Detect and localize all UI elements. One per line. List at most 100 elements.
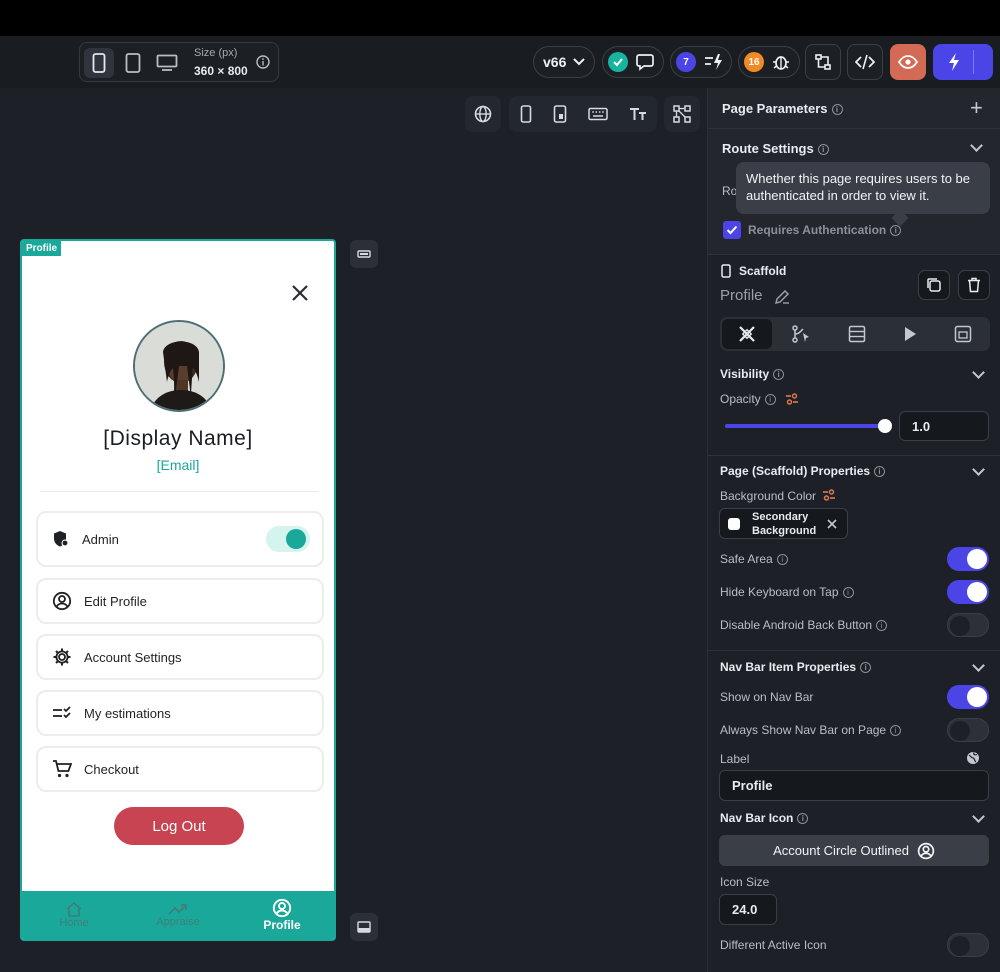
phone-preview-icon[interactable] — [520, 105, 532, 123]
info-icon[interactable]: i — [831, 104, 843, 116]
nav-item-appraise[interactable]: Appraise — [126, 891, 230, 939]
background-color-value-line1: Secondary — [752, 510, 809, 523]
navbar-toggle-button[interactable] — [350, 913, 378, 941]
opacity-text: Opacity — [720, 392, 761, 406]
info-icon[interactable]: i — [764, 394, 776, 406]
menu-item-my-estimations[interactable]: My estimations — [36, 690, 324, 736]
route-settings-header[interactable]: Route Settings i — [722, 141, 829, 156]
duplicate-button[interactable] — [918, 270, 950, 300]
version-dropdown[interactable]: v66 — [533, 46, 595, 78]
menu-label-admin: Admin — [82, 531, 119, 547]
nav-item-home[interactable]: Home — [22, 891, 126, 939]
version-label: v66 — [543, 54, 567, 70]
tab-state-icon[interactable] — [954, 325, 972, 343]
delete-button[interactable] — [958, 270, 990, 300]
info-icon[interactable]: i — [860, 662, 872, 674]
size-value: 360 × 800 — [194, 64, 248, 78]
chevron-down-icon[interactable] — [972, 463, 985, 476]
size-info-icon[interactable] — [256, 55, 270, 74]
visibility-header[interactable]: Visibility i — [720, 367, 785, 381]
hide-keyboard-text: Hide Keyboard on Tap — [720, 585, 839, 599]
always-show-toggle[interactable] — [947, 718, 989, 742]
info-icon[interactable]: i — [890, 725, 902, 737]
disable-back-label: Disable Android Back Button i — [720, 618, 888, 632]
safe-area-toggle[interactable] — [947, 547, 989, 571]
tablet-device-button[interactable] — [118, 48, 148, 78]
hide-keyboard-toggle[interactable] — [947, 580, 989, 604]
info-icon[interactable]: i — [876, 620, 888, 632]
status-comments-group[interactable] — [602, 46, 664, 78]
top-toolbar: Size (px) 360 × 800 v66 7 16 — [0, 36, 1000, 88]
chevron-down-icon[interactable] — [972, 366, 985, 379]
info-icon[interactable]: i — [797, 813, 809, 825]
info-icon[interactable]: i — [776, 554, 788, 566]
opacity-slider-handle[interactable] — [878, 419, 892, 433]
label-field-label: Label — [720, 752, 750, 766]
globe-icon[interactable] — [474, 105, 492, 123]
show-navbar-toggle[interactable] — [947, 685, 989, 709]
navbar-properties-header[interactable]: Nav Bar Item Properties i — [720, 660, 872, 674]
preview-button[interactable] — [890, 44, 926, 80]
different-active-icon-toggle[interactable] — [947, 933, 989, 957]
phone-device-button[interactable] — [84, 48, 114, 78]
close-icon[interactable] — [827, 518, 837, 529]
opacity-slider[interactable] — [725, 419, 892, 433]
background-color-picker[interactable]: Secondary Background — [719, 508, 848, 539]
checklist-icon — [53, 706, 71, 719]
avatar[interactable] — [133, 320, 225, 412]
menu-item-admin[interactable]: Admin — [36, 511, 324, 567]
icon-size-input[interactable]: 24.0 — [719, 894, 777, 925]
cart-icon — [53, 760, 72, 778]
label-input[interactable]: Profile — [719, 770, 989, 801]
code-button[interactable] — [847, 44, 883, 80]
property-tabs — [720, 317, 990, 351]
device-preview[interactable]: Profile [Display Name] [Email] Admin Edi… — [20, 239, 336, 941]
close-icon[interactable] — [290, 283, 310, 308]
admin-toggle[interactable] — [266, 526, 310, 552]
chevron-down-icon[interactable] — [972, 810, 985, 823]
keyboard-icon[interactable] — [587, 107, 608, 121]
text-size-icon[interactable] — [629, 107, 647, 121]
navbar-icon-value: Account Circle Outlined — [773, 843, 909, 858]
bugs-count-badge: 16 — [744, 52, 764, 72]
menu-item-checkout[interactable]: Checkout — [36, 746, 324, 792]
add-parameter-icon[interactable]: + — [970, 97, 983, 119]
navbar-icon-picker[interactable]: Account Circle Outlined — [719, 835, 989, 866]
panel-divider — [708, 455, 1000, 456]
info-icon[interactable]: i — [842, 587, 854, 599]
tab-properties[interactable] — [722, 319, 772, 349]
info-icon[interactable]: i — [817, 144, 829, 156]
chevron-down-icon[interactable] — [972, 659, 985, 672]
tab-backend-query-icon[interactable] — [848, 325, 866, 343]
language-toolbar — [465, 96, 501, 132]
check-icon — [726, 225, 738, 235]
menu-item-edit-profile[interactable]: Edit Profile — [36, 578, 324, 624]
icon-size-label: Icon Size — [720, 875, 770, 889]
widget-tree-icon[interactable] — [673, 105, 691, 123]
info-icon[interactable]: i — [874, 466, 886, 478]
appbar-toggle-button[interactable] — [350, 240, 378, 268]
edit-pencil-icon[interactable] — [774, 289, 790, 310]
menu-item-account-settings[interactable]: Account Settings — [36, 634, 324, 680]
nav-item-profile[interactable]: Profile — [230, 891, 334, 939]
panel-divider — [708, 128, 1000, 129]
logout-button[interactable]: Log Out — [114, 807, 244, 845]
page-properties-header[interactable]: Page (Scaffold) Properties i — [720, 464, 886, 478]
branch-button[interactable] — [805, 44, 841, 80]
issues-group[interactable]: 7 — [670, 46, 732, 78]
device-frame-icon[interactable] — [553, 105, 567, 123]
bugs-group[interactable]: 16 — [738, 46, 800, 78]
desktop-device-button[interactable] — [152, 48, 182, 78]
variable-binding-icon[interactable] — [822, 488, 836, 507]
tab-actions-icon[interactable] — [791, 325, 811, 343]
globe-icon[interactable] — [966, 751, 980, 770]
opacity-input[interactable]: 1.0 — [899, 411, 989, 441]
disable-back-toggle[interactable] — [947, 613, 989, 637]
requires-auth-checkbox[interactable] — [723, 221, 741, 239]
navbar-icon-header[interactable]: Nav Bar Icon i — [720, 811, 809, 825]
info-icon[interactable]: i — [890, 225, 902, 237]
variable-binding-icon[interactable] — [785, 392, 799, 411]
info-icon[interactable]: i — [773, 369, 785, 381]
run-button[interactable] — [933, 44, 993, 80]
tab-animations-icon[interactable] — [903, 326, 917, 342]
